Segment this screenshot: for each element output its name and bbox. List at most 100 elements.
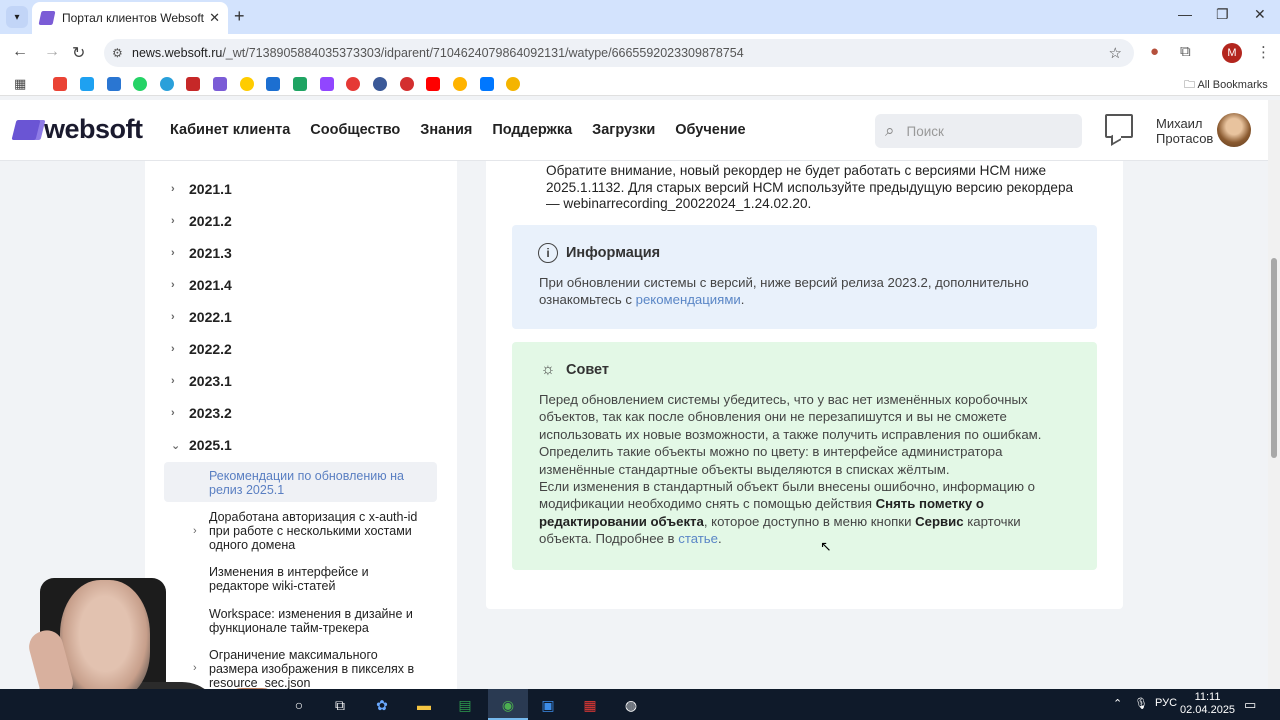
bookmark-icon[interactable] [373, 77, 387, 91]
sidebar-item-2021-4[interactable]: › 2021.4 [171, 277, 232, 293]
sidebar-item-2021-1[interactable]: › 2021.1 [171, 181, 232, 197]
bookmark-icon[interactable] [400, 77, 414, 91]
extensions-puzzle-icon[interactable]: ⧉ [1180, 43, 1191, 60]
sidebar-item-2022-1[interactable]: › 2022.1 [171, 309, 232, 325]
search-icon: ⌕ [885, 121, 895, 140]
chrome-icon[interactable]: ◉ [498, 695, 518, 715]
sidebar-item-2022-2[interactable]: › 2022.2 [171, 341, 232, 357]
info-text: При обновлении системы с версий, ниже ве… [539, 275, 1029, 308]
tab-search-button[interactable]: ▾ [6, 6, 28, 28]
google-drive-bookmark-icon[interactable] [293, 77, 307, 91]
info-title: Информация [566, 245, 661, 261]
nav-knowledge[interactable]: Знания [420, 122, 472, 138]
chevron-right-icon: › [171, 279, 175, 291]
bookmark-star-icon[interactable]: ☆ [1109, 44, 1122, 62]
spreadsheet-icon[interactable]: ▤ [455, 695, 475, 715]
app-icon[interactable]: ▦ [580, 695, 600, 715]
language-indicator[interactable]: РУС [1155, 697, 1177, 709]
menu-kebab-icon[interactable]: ⋮ [1256, 43, 1271, 61]
chevron-right-icon: › [171, 183, 175, 195]
app-icon[interactable]: ✿ [372, 695, 392, 715]
nav-client-cabinet[interactable]: Кабинет клиента [170, 122, 290, 138]
clock[interactable]: 11:11 02.04.2025 [1180, 691, 1235, 717]
sidebar-item-2021-3[interactable]: › 2021.3 [171, 245, 232, 261]
bookmark-icon[interactable] [107, 77, 121, 91]
app-icon[interactable]: ▣ [538, 695, 558, 715]
url-text: news.websoft.ru/_wt/7138905884035373303/… [132, 46, 744, 60]
vk-bookmark-icon[interactable] [480, 77, 494, 91]
main-nav: Кабинет клиента Сообщество Знания Поддер… [170, 122, 766, 138]
close-window-icon[interactable]: ✕ [1254, 6, 1266, 23]
websoft-bookmark-icon[interactable] [213, 77, 227, 91]
nav-learning[interactable]: Обучение [675, 122, 745, 138]
tab-title: Портал клиентов Websoft [62, 11, 205, 25]
sidebar-item-2023-2[interactable]: › 2023.2 [171, 405, 232, 421]
bookmark-icon[interactable] [80, 77, 94, 91]
chevron-right-icon: › [171, 311, 175, 323]
app-icon[interactable]: ◍ [621, 695, 641, 715]
file-explorer-icon[interactable]: ▬ [414, 695, 434, 715]
sidebar-sub-item-recommendations[interactable]: Рекомендации по обновлению на релиз 2025.… [209, 469, 434, 497]
site-info-icon[interactable]: ⚙ [112, 46, 130, 60]
bookmark-icon[interactable] [453, 77, 467, 91]
chat-icon[interactable] [1105, 114, 1133, 138]
address-bar[interactable]: ⚙ news.websoft.ru/_wt/713890588403537330… [104, 39, 1134, 67]
bookmark-icon[interactable] [506, 77, 520, 91]
article-link[interactable]: статье [678, 531, 718, 546]
tip-title: Совет [566, 362, 610, 378]
websoft-logo[interactable]: websoft [11, 114, 143, 145]
new-tab-icon[interactable]: + [234, 6, 245, 27]
bookmark-icon[interactable] [186, 77, 200, 91]
browser-tab[interactable]: Портал клиентов Websoft ✕ [32, 2, 228, 34]
tray-chevron-icon[interactable]: ⌃ [1113, 697, 1122, 710]
whatsapp-bookmark-icon[interactable] [133, 77, 147, 91]
all-bookmarks-button[interactable]: 🗀 All Bookmarks [1184, 76, 1268, 95]
chevron-right-icon[interactable]: › [193, 525, 197, 537]
nav-community[interactable]: Сообщество [310, 122, 400, 138]
profile-avatar[interactable]: M [1222, 43, 1242, 63]
back-icon[interactable]: ← [12, 43, 28, 61]
mouse-cursor-icon: ↖ [820, 538, 832, 554]
sidebar-item-2021-2[interactable]: › 2021.2 [171, 213, 232, 229]
maximize-icon[interactable]: ❐ [1216, 6, 1229, 23]
user-name[interactable]: Михаил Протасов [1156, 116, 1213, 146]
recorder-note: Обратите внимание, новый рекордер не буд… [546, 163, 1074, 211]
youtube-bookmark-icon[interactable] [426, 77, 440, 91]
close-tab-icon[interactable]: ✕ [209, 10, 220, 26]
apps-grid-icon[interactable]: ▦ [14, 76, 26, 92]
nav-support[interactable]: Поддержка [492, 122, 572, 138]
twitch-bookmark-icon[interactable] [320, 77, 334, 91]
chevron-down-icon: ⌄ [171, 439, 181, 452]
info-icon: i [538, 243, 558, 263]
chevron-right-icon: › [171, 343, 175, 355]
reload-icon[interactable]: ↻ [72, 43, 85, 63]
windows-taskbar: ○ ⧉ ✿ ▬ ▤ ◉ ▣ ▦ ◍ ⌃ 🎙 РУС 11:11 02.04.20… [0, 689, 1280, 720]
task-view-icon[interactable]: ⧉ [330, 695, 350, 715]
sidebar-sub-item-auth[interactable]: Доработана авторизация с x-auth-id при ра… [209, 510, 434, 552]
gmail-bookmark-icon[interactable] [53, 77, 67, 91]
minimize-icon[interactable]: — [1178, 6, 1192, 22]
yandex-bookmark-icon[interactable] [240, 77, 254, 91]
recommendations-link[interactable]: рекомендациями [636, 292, 741, 307]
chevron-right-icon: › [171, 407, 175, 419]
page-scrollbar[interactable] [1268, 100, 1280, 689]
site-search-input[interactable]: ⌕ Поиск [875, 114, 1082, 148]
chevron-right-icon: › [171, 375, 175, 387]
browser-toolbar: ← → ↻ ⚙ news.websoft.ru/_wt/713890588403… [0, 34, 1280, 72]
article-card: Обратите внимание, новый рекордер не буд… [486, 161, 1123, 609]
info-callout: i Информация При обновлении системы с ве… [512, 225, 1097, 329]
user-avatar[interactable] [1217, 113, 1251, 147]
microphone-icon[interactable]: 🎙 [1134, 697, 1148, 710]
lightbulb-icon: ☼ [540, 361, 556, 378]
telegram-bookmark-icon[interactable] [160, 77, 174, 91]
extension-icon[interactable]: ● [1150, 43, 1159, 60]
bookmark-icon[interactable] [346, 77, 360, 91]
scrollbar-thumb[interactable] [1271, 258, 1277, 458]
sidebar-item-2025-1[interactable]: ⌄ 2025.1 [171, 437, 232, 453]
forward-icon[interactable]: → [44, 43, 60, 61]
bookmark-icon[interactable] [266, 77, 280, 91]
notifications-icon[interactable]: ▭ [1244, 697, 1256, 713]
nav-downloads[interactable]: Загрузки [592, 122, 655, 138]
sidebar-item-2023-1[interactable]: › 2023.1 [171, 373, 232, 389]
search-icon[interactable]: ○ [289, 695, 309, 715]
